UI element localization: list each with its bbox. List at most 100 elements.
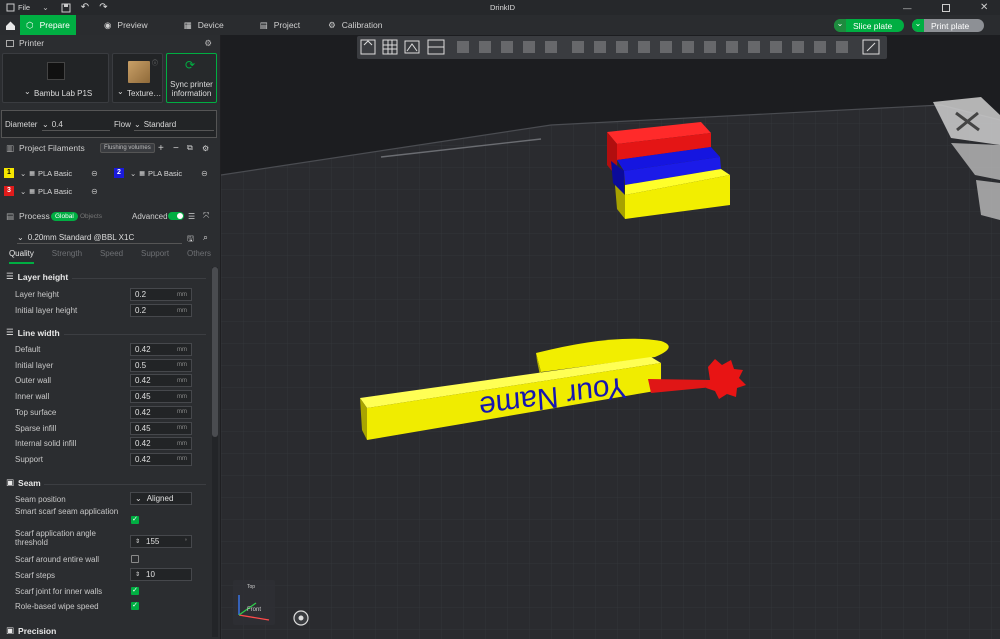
minimize-icon[interactable]: — xyxy=(903,3,912,13)
param-input[interactable]: 0.5 mm xyxy=(130,358,192,372)
diameter-value: 0.4 xyxy=(51,119,63,129)
param-input[interactable]: 0.42 mm xyxy=(130,405,192,419)
param-input[interactable]: 0.42 mm xyxy=(130,374,192,388)
stepper-icon[interactable]: ⇕ xyxy=(135,538,140,545)
param-unit: mm xyxy=(177,377,187,384)
param-input[interactable]: 0.45 mm xyxy=(130,390,192,404)
tab-calibration[interactable]: ⚙ Calibration xyxy=(316,15,394,35)
maximize-icon[interactable] xyxy=(942,4,950,12)
filament-color-swatch[interactable]: 1 xyxy=(4,168,14,178)
filament-remove-icon[interactable]: ⊖ xyxy=(201,169,208,178)
close-icon[interactable]: ✕ xyxy=(980,2,988,13)
param-input[interactable]: 0.42 mm xyxy=(130,343,192,356)
sync-printer-button[interactable]: ⟳ Sync printer information xyxy=(166,53,217,103)
orient-icon[interactable] xyxy=(404,40,420,54)
scarf-steps-value: 10 xyxy=(146,570,155,579)
param-input[interactable]: 0.42 mm xyxy=(130,437,192,451)
subtab-others[interactable]: Others xyxy=(187,249,211,264)
subtab-strength[interactable]: Strength xyxy=(52,249,82,264)
param-unit: mm xyxy=(177,440,187,447)
filament-dropdown-icon[interactable]: ⌄ xyxy=(130,169,136,178)
stepper-icon[interactable]: ⇕ xyxy=(135,571,140,578)
filament-remove-icon[interactable]: ⊖ xyxy=(91,187,98,196)
param-input[interactable]: 0.45 mm xyxy=(130,421,192,435)
add-filament-icon[interactable]: + xyxy=(158,143,164,154)
printer-dropdown-icon[interactable]: ⌄ xyxy=(24,87,31,96)
printer-icon xyxy=(6,39,14,47)
filament-dropdown-icon[interactable]: ⌄ xyxy=(20,187,26,196)
parameters-panel: ☰ Layer height Layer height 0.2 mm Initial l… xyxy=(0,265,220,639)
precision-title: Precision xyxy=(18,625,57,636)
plate-info-icon[interactable]: ⓘ xyxy=(152,58,158,67)
gizmo-top-label: Top xyxy=(247,584,255,590)
advanced-switch[interactable] xyxy=(168,212,184,220)
file-menu[interactable]: File xyxy=(6,0,30,15)
view-settings-icon[interactable] xyxy=(862,39,880,55)
param-input[interactable]: 0.2 mm xyxy=(130,288,192,301)
redo-icon[interactable]: ↷ xyxy=(99,2,107,13)
print-dropdown-icon[interactable]: ⌄ xyxy=(912,19,924,32)
scarf-inner-checkbox[interactable]: ✓ xyxy=(131,587,139,595)
tab-prepare[interactable]: ⬡ Prepare xyxy=(20,15,76,35)
layer-height-title: Layer height xyxy=(17,271,69,282)
arrange-grid-icon[interactable] xyxy=(382,39,398,55)
scarf-angle-label: Scarf application angle threshold xyxy=(15,529,96,547)
printer-card[interactable]: ⌄ Bambu Lab P1S xyxy=(2,53,109,103)
slice-plate-button[interactable]: ⌄ Slice plate xyxy=(834,19,904,32)
filament-slot-3[interactable]: 3 ⌄ ▦ PLA Basic ⊖ xyxy=(4,184,106,198)
role-wipe-checkbox[interactable]: ✓ xyxy=(131,602,139,610)
nozzle-row: Diameter ⌄ 0.4 Flow ⌄ Standard xyxy=(1,110,217,138)
subtab-support[interactable]: Support xyxy=(141,249,169,264)
flushing-volumes-button[interactable]: Flushing volumes xyxy=(100,143,155,153)
tab-device[interactable]: ▦ Device xyxy=(172,15,236,35)
param-input[interactable]: 0.42 mm xyxy=(130,452,192,466)
scarf-steps-input[interactable]: ⇕ 10 xyxy=(130,568,192,581)
filament-dropdown-icon[interactable]: ⌄ xyxy=(20,169,26,178)
scarf-entire-label: Scarf around entire wall xyxy=(15,555,100,564)
slice-dropdown-icon[interactable]: ⌄ xyxy=(834,19,846,32)
filament-slot-2[interactable]: 2 ⌄ ▦ PLA Basic ⊖ xyxy=(114,166,216,180)
home-icon[interactable] xyxy=(0,15,20,35)
file-dropdown-icon[interactable]: ⌄ xyxy=(42,3,49,12)
process-list-icon[interactable]: ☰ xyxy=(188,212,195,221)
process-preset-select[interactable]: ⌄ 0.20mm Standard @BBL X1C xyxy=(17,231,182,244)
seam-position-select[interactable]: ⌄ Aligned xyxy=(130,492,192,505)
filament-slot-1[interactable]: 1 ⌄ ▦ PLA Basic ⊖ xyxy=(4,166,106,180)
print-plate-button[interactable]: ⌄ Print plate xyxy=(912,19,984,32)
process-compare-icon[interactable]: ⤧ xyxy=(203,211,209,221)
undo-icon[interactable]: ↶ xyxy=(81,2,89,13)
tab-project[interactable]: ▤ Project xyxy=(248,15,313,35)
panel-scrollbar[interactable] xyxy=(212,267,218,637)
orientation-gizmo[interactable]: Top Front xyxy=(233,580,275,625)
printer-settings-icon[interactable]: ⚙ xyxy=(204,38,212,49)
scarf-entire-checkbox[interactable] xyxy=(131,555,139,563)
search-icon[interactable]: ⌕ xyxy=(203,232,208,243)
filament-color-swatch[interactable]: 2 xyxy=(114,168,124,178)
plate-dropdown-icon[interactable]: ⌄ xyxy=(117,87,124,96)
filament-remove-icon[interactable]: ⊖ xyxy=(91,169,98,178)
global-toggle[interactable]: Global xyxy=(51,211,78,221)
seam-position-value: Aligned xyxy=(146,494,174,503)
param-value: 0.2 xyxy=(135,290,147,299)
save-preset-icon[interactable]: 🖫 xyxy=(187,233,194,247)
subtab-speed[interactable]: Speed xyxy=(100,249,123,264)
objects-toggle[interactable]: Objects xyxy=(80,213,102,220)
flow-select[interactable]: ⌄ Standard xyxy=(134,118,214,131)
add-object-icon[interactable] xyxy=(360,39,376,55)
plate-split-icon[interactable] xyxy=(427,39,445,55)
smart-scarf-checkbox[interactable]: ✓ xyxy=(131,516,139,524)
3d-viewport[interactable]: Your Name Top Front xyxy=(221,35,1000,639)
filament-sync-icon[interactable]: ⧉ xyxy=(187,143,193,153)
subtab-quality[interactable]: Quality xyxy=(8,249,34,264)
diameter-select[interactable]: ⌄ 0.4 xyxy=(42,118,110,131)
plate-card[interactable]: ⓘ ⌄ Texture… xyxy=(112,53,163,103)
filament-color-swatch[interactable]: 3 xyxy=(4,186,14,196)
save-icon[interactable] xyxy=(61,3,71,13)
tab-preview[interactable]: ◉ Preview xyxy=(92,15,160,35)
scarf-angle-input[interactable]: ⇕ 155 ° xyxy=(130,535,192,548)
param-unit: mm xyxy=(177,362,187,369)
remove-filament-icon[interactable]: − xyxy=(173,143,179,154)
param-input[interactable]: 0.2 mm xyxy=(130,304,192,317)
filament-type-icon: ▦ xyxy=(139,170,145,177)
filament-settings-icon[interactable]: ⚙ xyxy=(202,144,209,153)
